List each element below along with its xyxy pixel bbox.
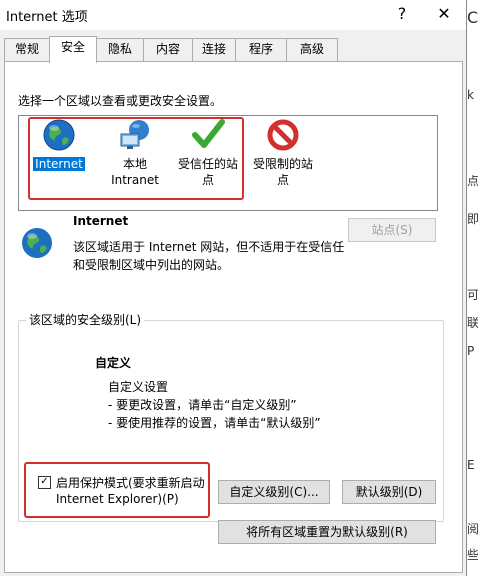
zone-internet-label: Internet <box>33 157 85 171</box>
bg-char: C <box>467 8 478 27</box>
tab-programs[interactable]: 程序 <box>235 38 287 61</box>
zone-info-desc-line1: 该区域适用于 Internet 网站，但不适用于在受信任 <box>73 240 345 254</box>
zone-info-title: Internet <box>73 214 129 228</box>
default-level-button[interactable]: 默认级别(D) <box>342 480 436 504</box>
bg-char: 可 <box>467 288 478 302</box>
tab-strip: 常规 安全 隐私 内容 连接 程序 高级 <box>0 36 466 63</box>
close-button[interactable]: ✕ <box>422 0 466 30</box>
zone-info-desc-line2: 和受限制区域中列出的网站。 <box>73 258 230 272</box>
tab-security[interactable]: 安全 <box>49 36 97 63</box>
window-title: Internet 选项 <box>6 10 88 25</box>
custom-settings-line3: - 要使用推荐的设置，请单击“默认级别” <box>108 416 321 430</box>
bg-char: P <box>467 344 475 358</box>
zone-instruction: 选择一个区域以查看或更改安全设置。 <box>18 94 223 108</box>
zone-restricted-sites[interactable]: 受限制的站 点 <box>250 118 316 188</box>
intranet-icon <box>120 120 149 149</box>
security-level-name: 自定义 <box>95 356 132 370</box>
custom-level-button[interactable]: 自定义级别(C)... <box>218 480 330 504</box>
title-bar: Internet 选项 ? ✕ <box>0 0 466 30</box>
zone-intranet-label-line2: Intranet <box>111 173 159 187</box>
protected-mode-label-line2[interactable]: Internet Explorer)(P) <box>56 492 179 506</box>
tab-content[interactable]: 内容 <box>143 38 193 61</box>
zone-trusted-label-line1: 受信任的站 <box>177 157 238 171</box>
tab-connections[interactable]: 连接 <box>192 38 236 61</box>
tab-advanced[interactable]: 高级 <box>286 38 338 61</box>
bg-char: 些 <box>467 548 478 562</box>
internet-options-dialog: Internet 选项 ? ✕ 常规 安全 隐私 内容 连接 程序 高级 选择一… <box>0 0 467 576</box>
sites-button[interactable]: 站点(S) <box>348 218 436 242</box>
reset-all-zones-button[interactable]: 将所有区域重置为默认级别(R) <box>218 520 436 544</box>
bg-char: k <box>467 88 474 102</box>
zone-trusted-label-line2: 点 <box>201 173 214 187</box>
checkmark-icon <box>192 119 225 148</box>
bg-char: 点 <box>467 174 478 188</box>
custom-settings-line2: - 要更改设置，请单击“自定义级别” <box>108 398 297 412</box>
custom-settings-line1: 自定义设置 <box>108 380 169 394</box>
help-button[interactable]: ? <box>380 0 424 30</box>
restricted-icon <box>267 119 299 151</box>
zone-internet[interactable]: Internet <box>30 118 88 172</box>
globe-icon <box>43 119 75 151</box>
bg-char: 即 <box>467 212 478 226</box>
zone-restricted-label-line2: 点 <box>276 173 289 187</box>
tab-general[interactable]: 常规 <box>4 38 50 61</box>
bg-char: 联 <box>467 316 478 330</box>
protected-mode-label-line1[interactable]: 启用保护模式(要求重新启动 <box>56 474 205 491</box>
zone-local-intranet[interactable]: 本地 Intranet <box>103 118 167 188</box>
bg-char: 阅 <box>467 522 478 536</box>
security-level-group-title: 该区域的安全级别(L) <box>26 311 145 328</box>
protected-mode-checkbox[interactable]: ✓ <box>38 476 51 489</box>
zone-intranet-label-line1: 本地 <box>122 157 147 171</box>
tab-privacy[interactable]: 隐私 <box>96 38 144 61</box>
selected-zone-globe-icon <box>22 228 52 258</box>
bg-char: E <box>467 458 475 472</box>
zone-restricted-label-line1: 受限制的站 <box>252 157 313 171</box>
zone-trusted-sites[interactable]: 受信任的站 点 <box>175 118 241 188</box>
background-window-strip: C k 点 即 可 联 P E 阅 些 <box>467 0 478 576</box>
